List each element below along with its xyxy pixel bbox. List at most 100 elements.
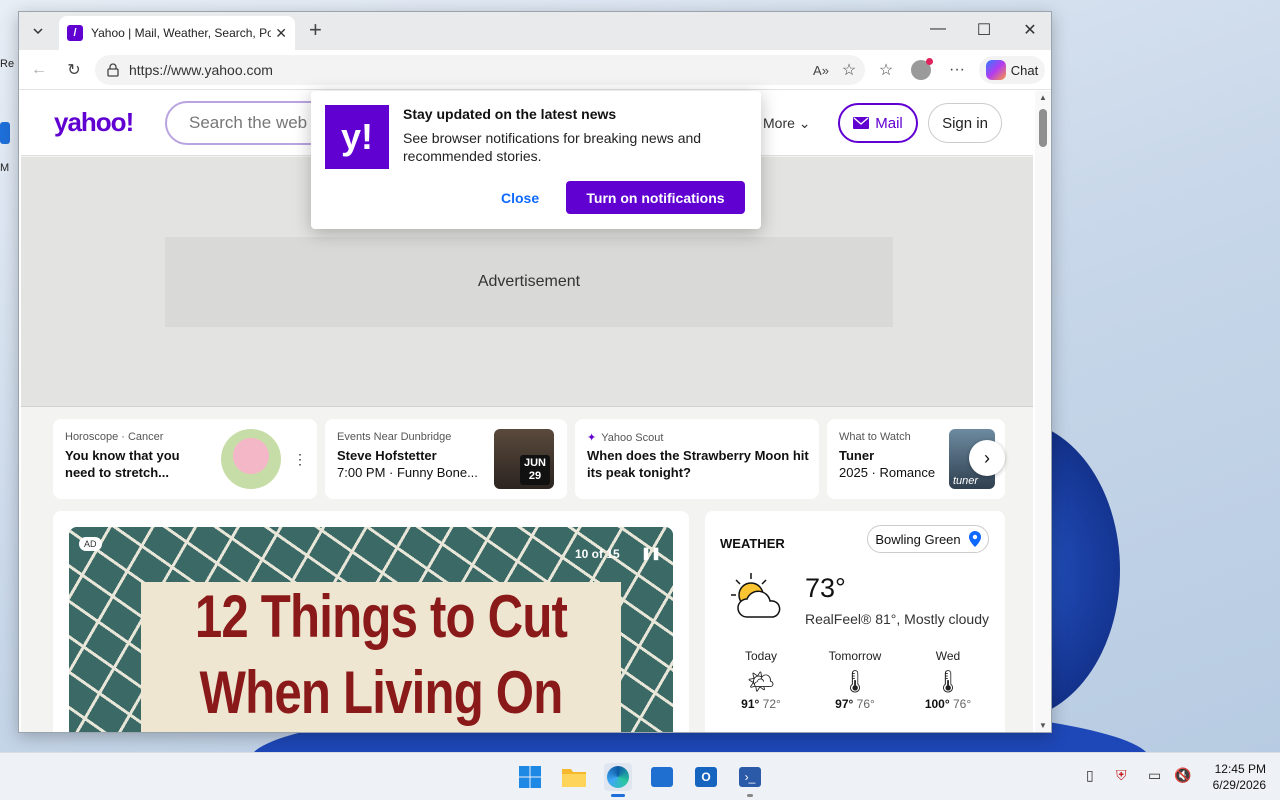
mail-button[interactable]: Mail — [838, 103, 918, 143]
badge-day: 29 — [528, 470, 542, 482]
file-explorer-icon[interactable] — [560, 763, 588, 791]
card-category: ✦ Yahoo Scout — [587, 431, 664, 445]
thermometer-icon: 🌡 — [934, 669, 962, 694]
card-subtitle: 2025 · Romance — [839, 465, 936, 480]
forecast-low: 76° — [856, 697, 875, 711]
weather-card: WEATHER Bowling Green 73° RealFeel® 81°,… — [705, 511, 1005, 732]
thermometer-icon: 🌡 — [841, 669, 869, 694]
start-icon[interactable] — [516, 763, 544, 791]
lock-icon — [107, 63, 119, 77]
forecast-low: 76° — [953, 697, 972, 711]
forecast-day-label: Tomorrow — [828, 649, 882, 663]
card-title: Steve Hofstetter 7:00 PM · Funny Bone... — [337, 447, 497, 481]
kebab-menu-icon[interactable]: ⋮ — [293, 451, 307, 468]
ad-tag: AD — [79, 537, 102, 551]
card-title: You know that you need to stretch... — [65, 448, 180, 480]
copilot-chat-button[interactable]: Chat — [979, 56, 1045, 84]
desktop-icon-label[interactable]: Re — [0, 58, 18, 70]
more-menu-icon[interactable]: ··· — [945, 58, 969, 82]
browser-window: / Yahoo | Mail, Weather, Search, Politic… — [18, 11, 1052, 733]
yahoo-logo-icon: y! — [325, 105, 389, 169]
scroll-up-icon[interactable]: ▲ — [1039, 93, 1047, 102]
store-icon[interactable] — [648, 763, 676, 791]
tab-bar: / Yahoo | Mail, Weather, Search, Politic… — [19, 12, 1051, 50]
tab-title: Yahoo | Mail, Weather, Search, Politics — [91, 26, 271, 40]
maximize-icon[interactable]: ☐ — [969, 20, 999, 40]
browser-tab[interactable]: / Yahoo | Mail, Weather, Search, Politic… — [59, 16, 295, 50]
profile-avatar-icon[interactable] — [909, 58, 933, 82]
news-card[interactable]: Horoscope · Cancer You know that you nee… — [53, 419, 317, 499]
favorite-star-icon[interactable]: ☆ — [837, 58, 861, 82]
system-clock[interactable]: 12:45 PM 6/29/2026 — [1196, 761, 1266, 793]
security-icon[interactable]: ⛨ — [1116, 767, 1127, 784]
desktop-icon-label[interactable]: M — [0, 162, 18, 174]
forecast-day[interactable]: Today 🌤 91° 72° — [721, 649, 801, 711]
weather-heading: WEATHER — [720, 536, 785, 551]
read-aloud-icon[interactable]: A» — [809, 58, 833, 82]
popup-body: See browser notifications for breaking n… — [403, 130, 702, 164]
badge-month: JUN — [523, 457, 546, 469]
usb-icon[interactable]: ▯ — [1086, 767, 1094, 784]
carousel-next-icon[interactable]: › — [969, 440, 1005, 476]
chat-label: Chat — [1010, 62, 1039, 78]
horoscope-thumbnail — [221, 429, 281, 489]
location-button[interactable]: Bowling Green — [867, 525, 989, 553]
tab-actions-chevron-icon[interactable] — [25, 19, 51, 43]
close-button[interactable]: Close — [501, 190, 539, 206]
card-category: What to Watch — [839, 431, 911, 443]
forecast-day[interactable]: Wed 🌡 100° 76° — [908, 649, 988, 711]
powershell-icon[interactable]: ›_ — [736, 763, 764, 797]
desktop-icon[interactable] — [0, 122, 10, 144]
slideshow-image[interactable]: 12 Things to Cut When Living On AD 10 of… — [69, 527, 673, 732]
sign-in-button[interactable]: Sign in — [928, 103, 1002, 143]
scrollbar-thumb[interactable] — [1039, 109, 1047, 147]
forecast-day-label: Wed — [935, 649, 961, 663]
card-title-text: Tuner — [839, 448, 875, 463]
copilot-icon — [985, 60, 1006, 80]
more-menu[interactable]: More ⌄ — [763, 115, 811, 132]
new-tab-icon[interactable]: + — [309, 19, 322, 41]
card-title: Tuner 2025 · Romance — [839, 447, 949, 481]
location-pin-icon — [968, 531, 981, 547]
thumb-text: tuner — [953, 475, 979, 487]
forecast-high: 97° — [835, 697, 854, 711]
forecast-high: 100° — [924, 697, 950, 711]
mail-icon — [853, 117, 870, 129]
forecast-low: 72° — [762, 697, 781, 711]
current-temperature: 73° — [805, 573, 846, 603]
nav-bar: ← ↻ https://www.yahoo.com A» ☆ ☆ ··· Cha… — [19, 50, 1051, 90]
slide-counter: 10 of 15 — [575, 547, 620, 561]
mail-label: Mail — [875, 114, 903, 132]
refresh-icon[interactable]: ↻ — [62, 58, 86, 82]
pause-icon[interactable]: ❚❚ — [641, 546, 661, 560]
news-card[interactable]: Events Near Dunbridge Steve Hofstetter 7:… — [325, 419, 567, 499]
location-name: Bowling Green — [875, 531, 961, 547]
card-category: Events Near Dunbridge — [337, 431, 452, 443]
edge-icon[interactable] — [604, 763, 632, 797]
forecast-day[interactable]: Tomorrow 🌡 97° 76° — [815, 649, 895, 711]
display-icon[interactable]: ▭ — [1148, 767, 1161, 784]
favorites-icon[interactable]: ☆ — [874, 58, 898, 82]
card-category-text: Yahoo Scout — [601, 431, 664, 444]
card-category: Horoscope · Cancer — [65, 431, 164, 443]
slide-headline-1: 12 Things to Cut — [194, 583, 568, 650]
outlook-icon[interactable]: O — [692, 763, 720, 791]
volume-muted-icon[interactable]: 🔇 — [1174, 767, 1191, 784]
close-window-icon[interactable]: ✕ — [1015, 20, 1045, 40]
event-thumbnail: JUN 29 — [494, 429, 554, 489]
yahoo-favicon-icon: / — [67, 25, 83, 41]
address-bar[interactable]: https://www.yahoo.com — [95, 55, 865, 85]
sun-cloud-icon: 🌤 — [747, 669, 775, 694]
back-icon[interactable]: ← — [27, 58, 51, 82]
close-tab-icon[interactable]: ✕ — [275, 25, 287, 42]
yahoo-logo[interactable]: yahoo! — [54, 107, 134, 138]
advertisement[interactable]: Advertisement — [165, 237, 893, 327]
slide-headline-2: When Living On — [199, 659, 564, 726]
scroll-down-icon[interactable]: ▼ — [1039, 721, 1047, 730]
forecast-day-label: Today — [744, 649, 778, 663]
news-card[interactable]: ✦ Yahoo Scout When does the Strawberry M… — [575, 419, 819, 499]
url-text: https://www.yahoo.com — [129, 62, 273, 78]
scrollbar[interactable]: ▲ ▼ — [1035, 91, 1051, 732]
minimize-icon[interactable]: — — [923, 20, 953, 38]
turn-on-notifications-button[interactable]: Turn on notifications — [566, 181, 745, 214]
